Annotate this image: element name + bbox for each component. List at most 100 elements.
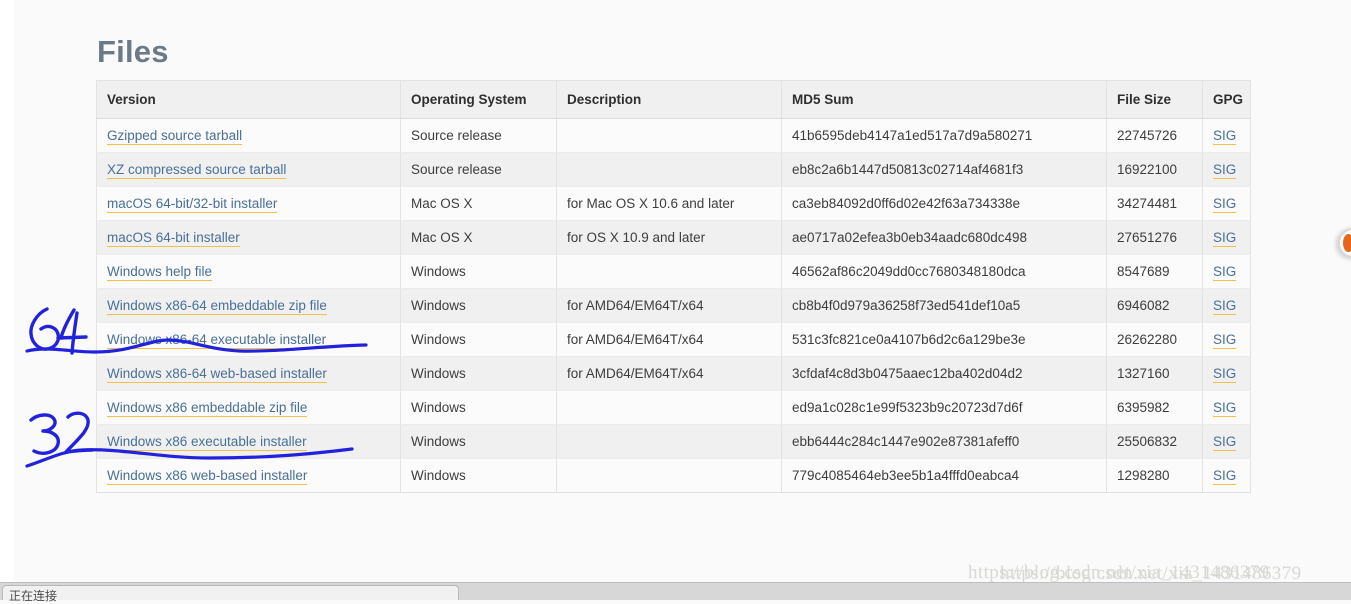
cell-gpg: SIG (1202, 220, 1251, 255)
cell-md5-sum: cb8b4f0d979a36258f73ed541def10a5 (781, 288, 1107, 323)
version-link[interactable]: Gzipped source tarball (107, 128, 243, 145)
status-message-box (2, 585, 459, 600)
cell-file-size: 8547689 (1106, 254, 1203, 289)
cell-gpg: SIG (1202, 152, 1251, 187)
cell-gpg: SIG (1202, 322, 1251, 357)
cell-description (556, 118, 782, 153)
cell-file-size: 6946082 (1106, 288, 1203, 323)
status-message-text: 正在连接 (9, 589, 58, 603)
table-row: macOS 64-bit installer Mac OS Xfor OS X 1… (96, 220, 1251, 255)
version-link[interactable]: Windows x86 executable installer (107, 434, 307, 451)
cell-operating-system: Windows (400, 458, 557, 493)
files-table-body: Gzipped source tarball Source release 41b6… (96, 118, 1251, 493)
version-link[interactable]: macOS 64-bit/32-bit installer (107, 196, 278, 213)
gpg-sig-link[interactable]: SIG (1213, 332, 1237, 349)
cell-operating-system: Mac OS X (400, 220, 557, 255)
cell-version: Windows x86 executable installer (96, 424, 401, 459)
cell-file-size: 16922100 (1106, 152, 1203, 187)
cell-description: for AMD64/EM64T/x64 (556, 356, 782, 391)
cell-gpg: SIG (1202, 458, 1251, 493)
cell-version: XZ compressed source tarball (96, 152, 401, 187)
column-header-os: Operating System (400, 80, 557, 119)
cell-operating-system: Windows (400, 322, 557, 357)
version-link[interactable]: macOS 64-bit installer (107, 230, 240, 247)
cell-description: for AMD64/EM64T/x64 (556, 322, 782, 357)
table-row: XZ compressed source tarball Source relea… (96, 152, 1251, 187)
cell-md5-sum: 779c4085464eb3ee5b1a4fffd0eabca4 (781, 458, 1107, 493)
cell-md5-sum: ae0717a02efea3b0eb34aadc680dc498 (781, 220, 1107, 255)
table-row: Windows help file Windows 46562af86c2049dd… (96, 254, 1251, 289)
cell-version: Windows x86-64 embeddable zip file (96, 288, 401, 323)
cell-version: Windows x86 web-based installer (96, 458, 401, 493)
browser-page-content: Files Version Operating System Descripti… (0, 0, 1351, 584)
page-title: Files (97, 33, 169, 69)
cell-description (556, 152, 782, 187)
table-row: Windows x86 embeddable zip file Windows ed… (96, 390, 1251, 425)
version-link[interactable]: Windows x86 embeddable zip file (107, 400, 308, 417)
gpg-sig-link[interactable]: SIG (1213, 162, 1237, 179)
version-link[interactable]: XZ compressed source tarball (107, 162, 287, 179)
cell-version: Windows x86-64 web-based installer (96, 356, 401, 391)
version-link[interactable]: Windows help file (107, 264, 213, 281)
cell-gpg: SIG (1202, 356, 1251, 391)
cell-gpg: SIG (1202, 118, 1251, 153)
table-header-row: Version Operating System Description MD5… (96, 80, 1251, 119)
cell-md5-sum: eb8c2a6b1447d50813c02714af4681f3 (781, 152, 1107, 187)
version-link[interactable]: Windows x86-64 web-based installer (107, 366, 327, 383)
annotation-32 (29, 411, 94, 455)
cell-operating-system: Windows (400, 254, 557, 289)
gpg-sig-link[interactable]: SIG (1213, 434, 1237, 451)
cell-description (556, 424, 782, 459)
cell-md5-sum: ed9a1c028c1e99f5323b9c20723d7d6f (781, 390, 1107, 425)
column-header-filesize: File Size (1106, 80, 1203, 119)
version-link[interactable]: Windows x86 web-based installer (107, 468, 308, 485)
cell-gpg: SIG (1202, 424, 1251, 459)
cell-file-size: 25506832 (1106, 424, 1203, 459)
gpg-sig-link[interactable]: SIG (1213, 128, 1237, 145)
cell-version: Windows help file (96, 254, 401, 289)
table-row: Gzipped source tarball Source release 41b6… (96, 118, 1251, 153)
table-row: Windows x86-64 embeddable zip file Window… (96, 288, 1251, 323)
cell-operating-system: Windows (400, 390, 557, 425)
cell-operating-system: Windows (400, 288, 557, 323)
cell-version: macOS 64-bit/32-bit installer (96, 186, 401, 221)
cell-operating-system: Windows (400, 356, 557, 391)
gpg-sig-link[interactable]: SIG (1213, 366, 1237, 383)
table-row: Windows x86 executable installer Windows e… (96, 424, 1251, 459)
files-table: Version Operating System Description MD5… (96, 80, 1251, 493)
annotation-64 (29, 307, 88, 355)
cell-md5-sum: 46562af86c2049dd0cc7680348180dca (781, 254, 1107, 289)
gpg-sig-link[interactable]: SIG (1213, 298, 1237, 315)
cell-description (556, 458, 782, 493)
table-row: Windows x86 web-based installer Windows 77… (96, 458, 1251, 493)
gpg-sig-link[interactable]: SIG (1213, 230, 1237, 247)
column-header-description: Description (556, 80, 782, 119)
cell-gpg: SIG (1202, 186, 1251, 221)
gpg-sig-link[interactable]: SIG (1213, 400, 1237, 417)
gpg-sig-link[interactable]: SIG (1213, 264, 1237, 281)
cell-version: macOS 64-bit installer (96, 220, 401, 255)
cell-description: for Mac OS X 10.6 and later (556, 186, 782, 221)
gpg-sig-link[interactable]: SIG (1213, 468, 1237, 485)
cell-operating-system: Source release (400, 152, 557, 187)
table-row: Windows x86-64 web-based installer Window… (96, 356, 1251, 391)
cell-file-size: 27651276 (1106, 220, 1203, 255)
orange-circle-icon-dot (1343, 234, 1351, 252)
cell-md5-sum: ebb6444c284c1447e902e87381afeff0 (781, 424, 1107, 459)
version-link[interactable]: Windows x86-64 embeddable zip file (107, 298, 327, 315)
cell-description: for AMD64/EM64T/x64 (556, 288, 782, 323)
cell-md5-sum: 41b6595deb4147a1ed517a7d9a580271 (781, 118, 1107, 153)
cell-gpg: SIG (1202, 254, 1251, 289)
version-link[interactable]: Windows x86-64 executable installer (107, 332, 327, 349)
gpg-sig-link[interactable]: SIG (1213, 196, 1237, 213)
cell-file-size: 34274481 (1106, 186, 1203, 221)
cell-file-size: 22745726 (1106, 118, 1203, 153)
cell-version: Windows x86 embeddable zip file (96, 390, 401, 425)
table-row: macOS 64-bit/32-bit installer Mac OS Xfor… (96, 186, 1251, 221)
cell-operating-system: Source release (400, 118, 557, 153)
cell-md5-sum: ca3eb84092d0ff6d02e42f63a734338e (781, 186, 1107, 221)
cell-operating-system: Mac OS X (400, 186, 557, 221)
cell-version: Gzipped source tarball (96, 118, 401, 153)
column-header-md5: MD5 Sum (781, 80, 1107, 119)
cell-gpg: SIG (1202, 390, 1251, 425)
